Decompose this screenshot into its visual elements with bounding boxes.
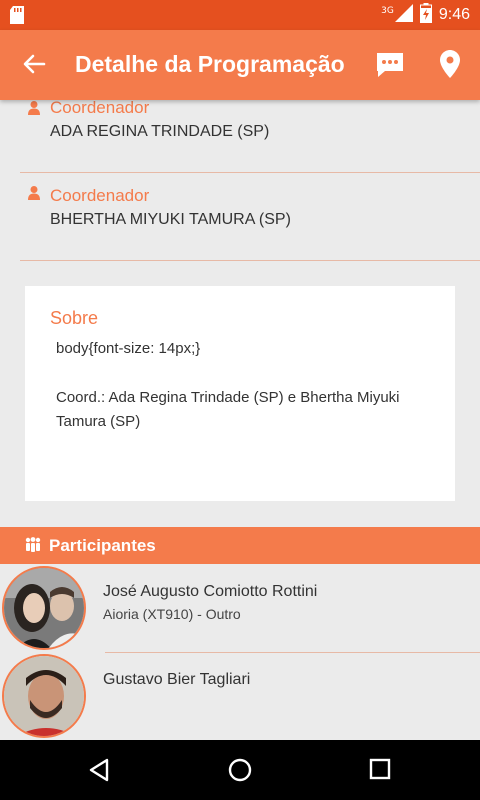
coordinator-item: Coordenador ADA REGINA TRINDADE (SP) xyxy=(20,96,480,173)
network-type: 3G xyxy=(381,6,394,16)
avatar xyxy=(2,654,86,738)
coordinator-item: Coordenador BHERTHA MIYUKI TAMURA (SP) xyxy=(20,173,480,261)
signal-icon xyxy=(394,4,413,26)
person-icon xyxy=(28,185,40,204)
coordinator-label: Coordenador xyxy=(50,98,150,117)
participant-item[interactable]: José Augusto Comiotto Rottini Aioria (XT… xyxy=(0,566,480,652)
about-heading: Sobre xyxy=(50,308,99,328)
back-arrow-icon[interactable] xyxy=(22,52,46,80)
sd-card-icon xyxy=(10,6,24,28)
coordinator-name: BHERTHA MIYUKI TAMURA (SP) xyxy=(50,211,291,228)
location-pin-icon[interactable] xyxy=(440,50,460,82)
navigation-bar xyxy=(0,740,480,800)
participants-label: Participantes xyxy=(49,536,156,555)
clock: 9:46 xyxy=(438,6,470,23)
participant-item[interactable]: Gustavo Bier Tagliari xyxy=(0,654,480,740)
status-bar: 3G 9:46 xyxy=(0,0,480,30)
home-circle-icon[interactable] xyxy=(228,758,252,786)
participant-name: Gustavo Bier Tagliari xyxy=(103,671,251,688)
participant-description: Aioria (XT910) - Outro xyxy=(103,606,241,622)
page-title: Detalhe da Programação xyxy=(75,51,345,77)
participant-name: José Augusto Comiotto Rottini xyxy=(103,583,318,600)
chat-icon[interactable] xyxy=(375,51,405,83)
battery-icon xyxy=(419,3,432,27)
back-triangle-icon[interactable] xyxy=(88,758,110,786)
about-card: Sobre body{font-size: 14px;} Coord.: Ada… xyxy=(25,286,455,501)
coordinator-name: ADA REGINA TRINDADE (SP) xyxy=(50,123,270,140)
person-icon xyxy=(28,100,40,119)
avatar xyxy=(2,566,86,650)
people-icon xyxy=(24,537,42,557)
about-description: Coord.: Ada Regina Trindade (SP) e Bhert… xyxy=(56,389,400,430)
divider xyxy=(105,652,480,653)
app-bar: Detalhe da Programação xyxy=(0,30,480,100)
coordinator-label: Coordenador xyxy=(50,186,150,205)
recents-square-icon[interactable] xyxy=(369,758,391,784)
about-css-text: body{font-size: 14px;} xyxy=(56,340,201,357)
participants-header: Participantes xyxy=(0,527,480,564)
